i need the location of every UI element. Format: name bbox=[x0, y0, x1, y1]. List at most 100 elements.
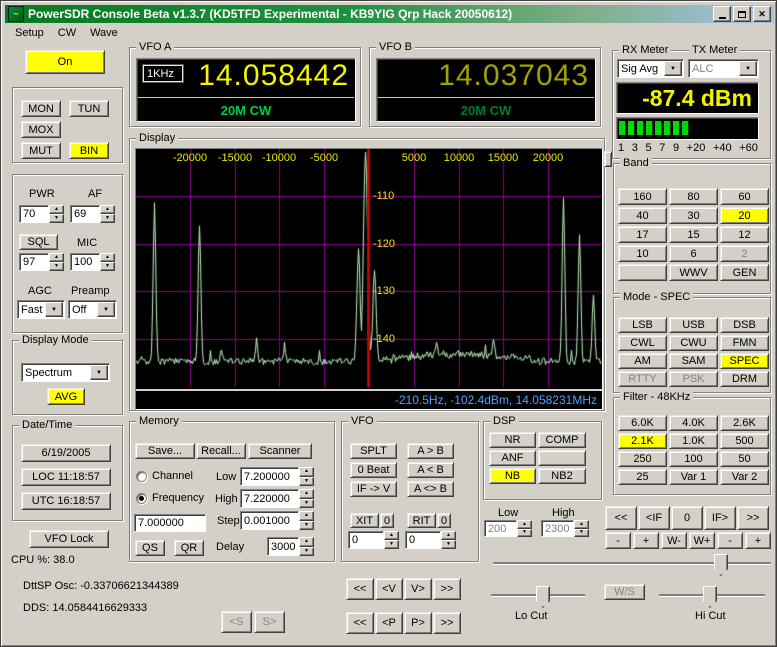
spin-up-icon[interactable]: ▲ bbox=[574, 520, 589, 529]
pan-left-button[interactable]: <P bbox=[375, 612, 403, 634]
spin-down-icon[interactable]: ▼ bbox=[574, 528, 589, 537]
xit-zero-button[interactable]: 0 bbox=[380, 513, 394, 528]
band-button-20[interactable]: 20 bbox=[720, 207, 769, 224]
spin-up-icon[interactable]: ▲ bbox=[441, 531, 456, 540]
memory-recall-button[interactable]: Recall... bbox=[196, 443, 246, 459]
shift-slider-track[interactable] bbox=[493, 562, 771, 564]
band-button-10[interactable]: 10 bbox=[618, 245, 667, 262]
filter-button-2.1k[interactable]: 2.1K bbox=[618, 433, 667, 449]
tx-meter-select[interactable]: ALC ▼ bbox=[688, 59, 759, 78]
dropdown-icon[interactable]: ▼ bbox=[90, 365, 108, 380]
nb-button[interactable]: NB bbox=[489, 468, 536, 484]
date-display[interactable]: 6/19/2005 bbox=[21, 444, 111, 462]
filter-shift-left-button[interactable]: << bbox=[605, 506, 637, 530]
channel-radio[interactable] bbox=[136, 470, 147, 482]
filter-high-plus-button[interactable]: + bbox=[745, 532, 771, 549]
scan-delay-spinner[interactable]: 3000 ▲ ▼ bbox=[267, 537, 314, 556]
mode-button-spec[interactable]: SPEC bbox=[720, 353, 769, 369]
pan-fast-left-button[interactable]: << bbox=[346, 612, 374, 634]
anf-button[interactable]: ANF bbox=[489, 450, 536, 466]
mode-button-dsb[interactable]: DSB bbox=[720, 317, 769, 333]
mic-spinner[interactable]: 100 ▲ ▼ bbox=[70, 253, 115, 271]
dsp-blank-button[interactable] bbox=[538, 450, 586, 466]
filter-low-minus-button[interactable]: - bbox=[605, 532, 631, 549]
memory-save-button[interactable]: Save... bbox=[135, 443, 195, 459]
spin-down-icon[interactable]: ▼ bbox=[517, 528, 532, 537]
band-button-15[interactable]: 15 bbox=[669, 226, 718, 243]
frequency-radio[interactable] bbox=[136, 492, 147, 504]
filter-button-var1[interactable]: Var 1 bbox=[669, 469, 718, 485]
pan-right-button[interactable]: P> bbox=[404, 612, 432, 634]
qs-button[interactable]: QS bbox=[135, 540, 165, 556]
tun-button[interactable]: TUN bbox=[69, 100, 109, 117]
filter-shift-right-button[interactable]: >> bbox=[737, 506, 769, 530]
filter-button-2.6k[interactable]: 2.6K bbox=[720, 415, 769, 431]
spin-up-icon[interactable]: ▲ bbox=[384, 531, 399, 540]
mox-button[interactable]: MOX bbox=[21, 121, 61, 138]
splitter-handle[interactable] bbox=[604, 151, 612, 167]
spin-down-icon[interactable]: ▼ bbox=[49, 214, 64, 223]
ws-button[interactable]: W/S bbox=[604, 584, 645, 600]
if-to-vfo-button[interactable]: IF -> V bbox=[350, 481, 397, 497]
scan-prev-button[interactable]: <S bbox=[221, 611, 252, 633]
filter-button-var2[interactable]: Var 2 bbox=[720, 469, 769, 485]
dropdown-icon[interactable]: ▼ bbox=[739, 61, 757, 76]
menu-wave[interactable]: Wave bbox=[83, 25, 125, 41]
spin-down-icon[interactable]: ▼ bbox=[299, 498, 314, 508]
nb2-button[interactable]: NB2 bbox=[538, 468, 586, 484]
cut-low-spinner[interactable]: 200 ▲ ▼ bbox=[484, 520, 532, 537]
band-button-gen[interactable]: GEN bbox=[720, 264, 769, 281]
band-button-160[interactable]: 160 bbox=[618, 188, 667, 205]
filter-if-right-button[interactable]: IF> bbox=[704, 506, 736, 530]
vfo-fast-down-button[interactable]: << bbox=[346, 578, 374, 600]
menu-cw[interactable]: CW bbox=[51, 25, 83, 41]
filter-button-100[interactable]: 100 bbox=[669, 451, 718, 467]
vfo-lock-button[interactable]: VFO Lock bbox=[29, 530, 109, 548]
band-button-blank[interactable] bbox=[618, 264, 667, 281]
spin-down-icon[interactable]: ▼ bbox=[441, 540, 456, 549]
menu-setup[interactable]: Setup bbox=[8, 25, 51, 41]
scan-high-spinner[interactable]: 7.220000 ▲ ▼ bbox=[240, 489, 314, 508]
vfo-b-frequency[interactable]: 14.037043 bbox=[438, 59, 589, 93]
xit-button[interactable]: XIT bbox=[350, 513, 379, 528]
sql-button[interactable]: SQL bbox=[19, 234, 58, 250]
spectrum-canvas[interactable] bbox=[136, 149, 602, 387]
band-button-12[interactable]: 12 bbox=[720, 226, 769, 243]
spin-up-icon[interactable]: ▲ bbox=[299, 511, 314, 521]
shift-slider-thumb[interactable] bbox=[714, 554, 728, 576]
bin-button[interactable]: BIN bbox=[69, 142, 109, 159]
rx-meter-select[interactable]: Sig Avg ▼ bbox=[617, 59, 684, 78]
memory-scanner-button[interactable]: Scanner bbox=[248, 443, 312, 459]
mode-button-lsb[interactable]: LSB bbox=[618, 317, 667, 333]
spin-down-icon[interactable]: ▼ bbox=[299, 546, 314, 556]
filter-button-25[interactable]: 25 bbox=[618, 469, 667, 485]
spin-down-icon[interactable]: ▼ bbox=[299, 476, 314, 486]
agc-select[interactable]: Fast ▼ bbox=[17, 300, 65, 319]
pwr-spinner[interactable]: 70 ▲ ▼ bbox=[19, 205, 64, 223]
zero-beat-button[interactable]: 0 Beat bbox=[350, 462, 397, 478]
vfo-a-display[interactable]: 1KHz 14.058442 20M CW bbox=[136, 58, 356, 122]
qr-button[interactable]: QR bbox=[174, 540, 204, 556]
display-mode-select[interactable]: Spectrum ▼ bbox=[21, 363, 110, 382]
close-button[interactable]: ✕ bbox=[753, 6, 771, 22]
scan-next-button[interactable]: S> bbox=[254, 611, 285, 633]
spin-up-icon[interactable]: ▲ bbox=[299, 489, 314, 499]
spin-down-icon[interactable]: ▼ bbox=[299, 520, 314, 530]
filter-high-minus-button[interactable]: - bbox=[717, 532, 743, 549]
b-to-a-button[interactable]: A < B bbox=[407, 462, 454, 478]
rit-button[interactable]: RIT bbox=[407, 513, 436, 528]
scan-low-spinner[interactable]: 7.200000 ▲ ▼ bbox=[240, 467, 314, 486]
vfo-step-up-button[interactable]: V> bbox=[404, 578, 432, 600]
xit-spinner[interactable]: 0 ▲ ▼ bbox=[348, 531, 399, 549]
dropdown-icon[interactable]: ▼ bbox=[97, 302, 115, 317]
mode-button-cwu[interactable]: CWU bbox=[669, 335, 718, 351]
band-button-40[interactable]: 40 bbox=[618, 207, 667, 224]
mode-button-drm[interactable]: DRM bbox=[720, 371, 769, 387]
maximize-button[interactable] bbox=[733, 6, 751, 22]
mode-button-rtty[interactable]: RTTY bbox=[618, 371, 667, 387]
band-button-80[interactable]: 80 bbox=[669, 188, 718, 205]
filter-button-50[interactable]: 50 bbox=[720, 451, 769, 467]
vfo-step-down-button[interactable]: <V bbox=[375, 578, 403, 600]
mon-button[interactable]: MON bbox=[21, 100, 61, 117]
spin-up-icon[interactable]: ▲ bbox=[299, 467, 314, 477]
